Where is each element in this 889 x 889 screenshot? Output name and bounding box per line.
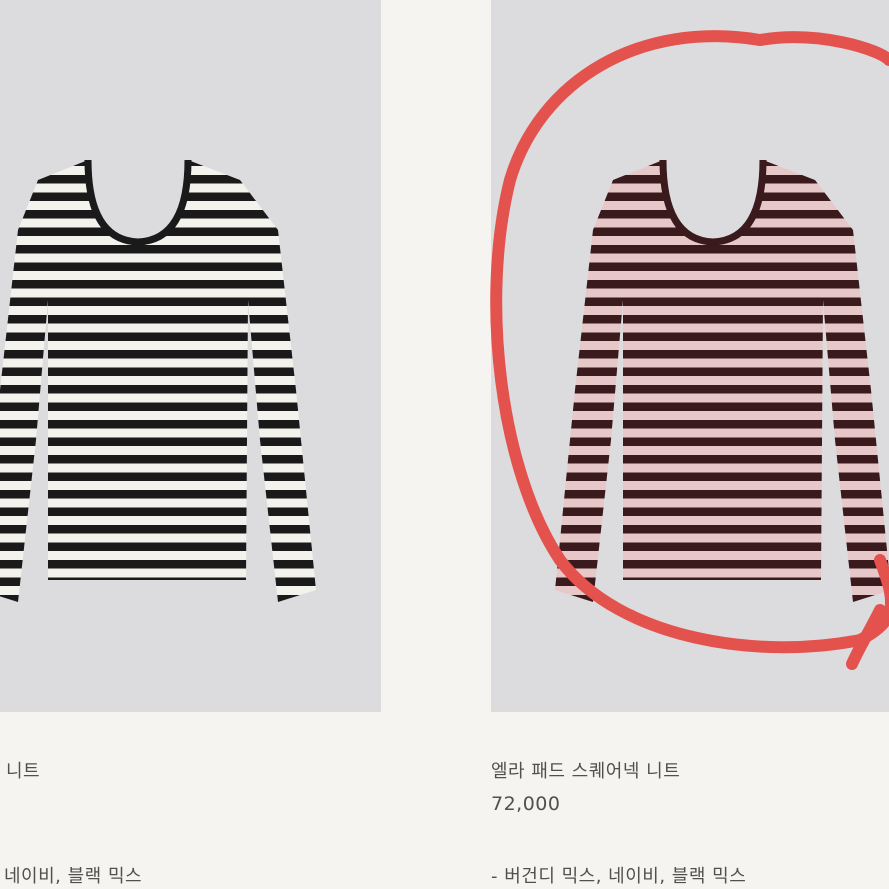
striped-sweater-black-image [0, 159, 316, 602]
striped-sweater-burgundy-image [555, 159, 889, 602]
product-image-right[interactable] [491, 0, 889, 712]
product-image-left[interactable] [0, 0, 381, 712]
product-colors-right: - 버건디 믹스, 네이비, 블랙 믹스 [491, 866, 747, 887]
product-colors-left: 네이비, 블랙 믹스 [4, 866, 143, 887]
product-price-right: 72,000 [491, 793, 561, 815]
product-title-left[interactable]: 니트 [6, 757, 40, 783]
product-title-right[interactable]: 엘라 패드 스퀘어넥 니트 [491, 757, 680, 783]
